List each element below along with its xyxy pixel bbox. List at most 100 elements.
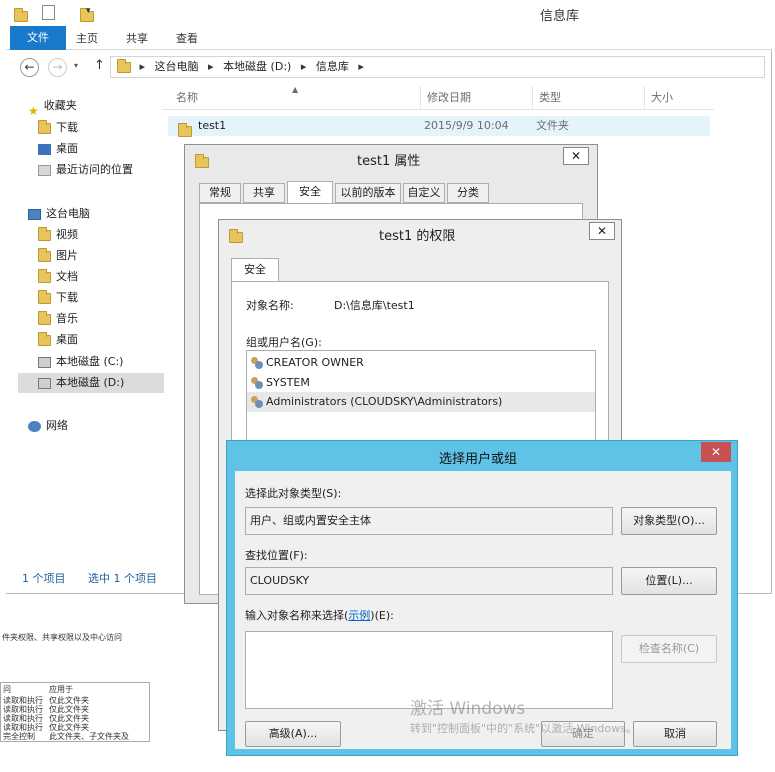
activation-watermark-text: 转到"控制面板"中的"系统"以激活 Windows。 xyxy=(410,722,637,735)
folder-icon xyxy=(38,310,51,325)
locations-button[interactable]: 位置(L)... xyxy=(621,567,717,595)
file-row[interactable]: test1 2015/9/9 10:04 文件夹 xyxy=(168,116,710,137)
snippet-table: 问 应用于 读取和执行 仅此文件夹 读取和执行 仅此文件夹 读取和执行 仅此文件… xyxy=(0,682,150,742)
list-item[interactable]: CREATOR OWNER xyxy=(247,353,364,373)
status-item-count: 1 个项目 xyxy=(22,572,66,585)
folder-icon xyxy=(178,122,192,137)
nav-this-pc[interactable]: 这台电脑 xyxy=(28,204,90,224)
tab-customize[interactable]: 自定义 xyxy=(403,183,445,203)
breadcrumb[interactable]: ▸ 这台电脑 ▸ 本地磁盘 (D:) ▸ 信息库 ▸ xyxy=(110,56,765,78)
cancel-button[interactable]: 取消 xyxy=(633,721,717,747)
quick-access-dropdown-icon[interactable]: ▾ xyxy=(86,6,91,16)
window-title: 信息库 xyxy=(540,9,580,24)
navigation-pane: ★收藏夹 下载 桌面 最近访问的位置 这台电脑 视频 图片 文档 下载 音乐 xyxy=(14,92,164,562)
star-icon: ★ xyxy=(28,103,39,118)
folder-icon xyxy=(38,119,51,134)
nav-favorites[interactable]: ★ 收藏夹 xyxy=(28,96,77,118)
status-selected: 选中 1 个项目 xyxy=(88,572,157,585)
drive-icon xyxy=(38,377,51,389)
tab-view[interactable]: 查看 xyxy=(176,28,198,50)
location-field: CLOUDSKY xyxy=(245,567,613,595)
users-icon xyxy=(251,357,263,369)
ribbon-tabs: 文件 主页 共享 查看 xyxy=(6,26,772,50)
advanced-button[interactable]: 高级(A)... xyxy=(245,721,341,747)
nav-desktop[interactable]: 桌面 xyxy=(38,139,78,159)
sort-indicator-icon: ▲ xyxy=(292,85,299,94)
nav-network[interactable]: 网络 xyxy=(28,416,68,436)
tab-home[interactable]: 主页 xyxy=(76,28,98,50)
title-bar: ▾ 信息库 xyxy=(6,0,772,26)
drive-icon xyxy=(38,356,51,368)
address-row: ← → ▾ ↑ ▸ 这台电脑 ▸ 本地磁盘 (D:) ▸ 信息库 ▸ xyxy=(6,52,772,82)
dialog-title: 选择用户或组 xyxy=(439,452,518,467)
folder-icon xyxy=(14,7,28,22)
object-type-field: 用户、组或内置安全主体 xyxy=(245,507,613,535)
activation-watermark-title: 激活 Windows xyxy=(410,699,526,719)
column-date[interactable]: 修改日期 xyxy=(420,86,532,110)
tab-classification[interactable]: 分类 xyxy=(447,183,489,203)
column-header-row: 名称 ▲ 修改日期 类型 大小 xyxy=(162,85,714,110)
list-item[interactable]: SYSTEM xyxy=(247,373,310,393)
list-item[interactable]: Administrators (CLOUDSKY\Administrators) xyxy=(247,392,595,412)
examples-link[interactable]: 示例 xyxy=(348,609,370,622)
nav-drive-c[interactable]: 本地磁盘 (C:) xyxy=(38,352,123,372)
tab-file[interactable]: 文件 xyxy=(10,26,66,50)
nav-recent[interactable]: 最近访问的位置 xyxy=(38,160,133,180)
background-window-snippet: 件夹权限、共享权限以及中心访问 问 应用于 读取和执行 仅此文件夹 读取和执行 … xyxy=(0,596,172,772)
column-name[interactable]: 名称 xyxy=(176,86,198,110)
user-list[interactable]: CREATOR OWNER SYSTEM Administrators (CLO… xyxy=(246,350,596,450)
column-type[interactable]: 类型 xyxy=(532,86,644,110)
folder-icon xyxy=(38,247,51,262)
desktop-icon xyxy=(38,143,51,155)
file-date: 2015/9/9 10:04 xyxy=(424,119,509,132)
folder-icon xyxy=(117,58,131,73)
recent-dropdown-icon[interactable]: ▾ xyxy=(74,61,78,70)
file-type: 文件夹 xyxy=(536,119,569,132)
nav-drive-d[interactable]: 本地磁盘 (D:) xyxy=(18,373,164,393)
close-button[interactable]: ✕ xyxy=(563,147,589,165)
tab-strip: 常规 共享 安全 以前的版本 自定义 分类 xyxy=(199,181,519,203)
check-names-button[interactable]: 检查名称(C) xyxy=(621,635,717,663)
object-types-button[interactable]: 对象类型(O)... xyxy=(621,507,717,535)
dialog-title: test1 的权限 xyxy=(379,229,456,244)
nav-downloads[interactable]: 下载 xyxy=(38,118,78,138)
nav-desktop-pc[interactable]: 桌面 xyxy=(38,330,78,350)
folder-icon xyxy=(195,153,209,168)
nav-pictures[interactable]: 图片 xyxy=(38,246,78,266)
column-size[interactable]: 大小 xyxy=(644,86,714,110)
computer-icon xyxy=(28,208,41,220)
tab-security[interactable]: 安全 xyxy=(231,258,279,282)
properties-icon[interactable] xyxy=(42,5,55,20)
tab-share[interactable]: 共享 xyxy=(126,28,148,50)
breadcrumb-item[interactable]: 信息库 xyxy=(316,60,349,73)
folder-icon xyxy=(38,226,51,241)
network-icon xyxy=(28,420,41,432)
nav-downloads-pc[interactable]: 下载 xyxy=(38,288,78,308)
snippet-text: 件夹权限、共享权限以及中心访问 xyxy=(2,633,122,642)
up-arrow-icon[interactable]: ↑ xyxy=(94,58,105,73)
nav-documents[interactable]: 文档 xyxy=(38,267,78,287)
forward-button[interactable]: → xyxy=(48,58,67,77)
tab-previous-versions[interactable]: 以前的版本 xyxy=(335,183,401,203)
tab-sharing[interactable]: 共享 xyxy=(243,183,285,203)
users-icon xyxy=(251,377,263,389)
breadcrumb-item[interactable]: 本地磁盘 (D:) xyxy=(223,60,291,73)
folder-icon xyxy=(38,268,51,283)
back-button[interactable]: ← xyxy=(20,58,39,77)
breadcrumb-item[interactable]: 这台电脑 xyxy=(155,60,199,73)
nav-music[interactable]: 音乐 xyxy=(38,309,78,329)
close-button[interactable]: ✕ xyxy=(701,442,731,462)
users-icon xyxy=(251,396,263,408)
close-button[interactable]: ✕ xyxy=(589,222,615,240)
folder-icon xyxy=(229,228,243,243)
nav-videos[interactable]: 视频 xyxy=(38,225,78,245)
object-names-label: 输入对象名称来选择(示例)(E): xyxy=(245,609,394,622)
recent-places-icon xyxy=(38,164,51,176)
tab-general[interactable]: 常规 xyxy=(199,183,241,203)
folder-icon xyxy=(38,289,51,304)
object-name-label: 对象名称: xyxy=(246,299,294,312)
dialog-title: test1 属性 xyxy=(357,154,421,169)
tab-security[interactable]: 安全 xyxy=(287,181,333,203)
file-name: test1 xyxy=(198,119,227,132)
object-type-label: 选择此对象类型(S): xyxy=(245,487,342,500)
